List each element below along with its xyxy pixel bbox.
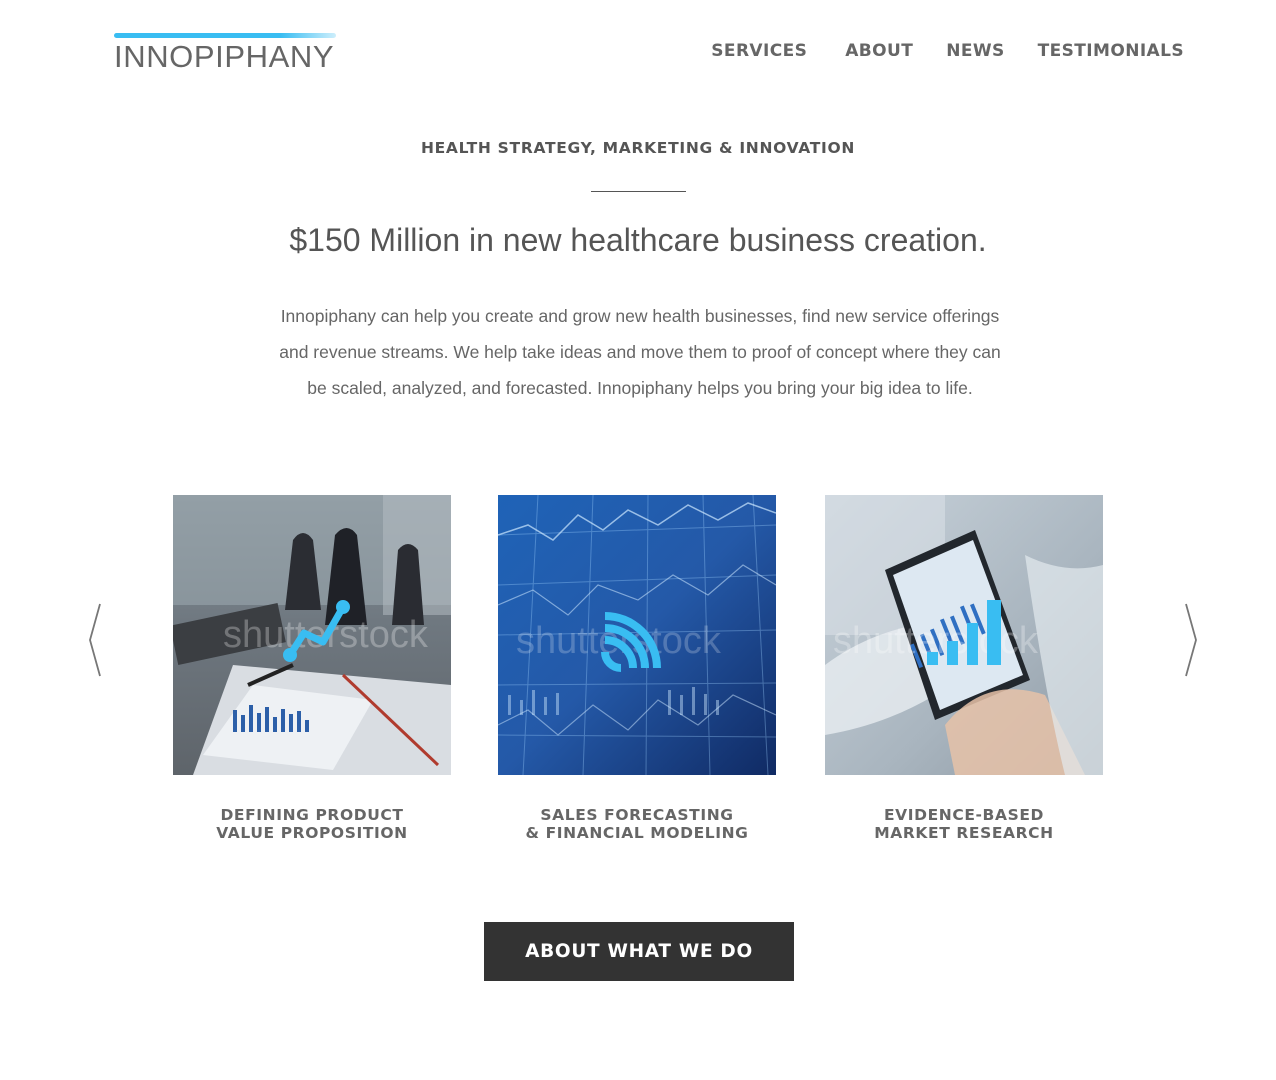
title-line-2: MARKET RESEARCH bbox=[874, 824, 1054, 842]
chevron-left-icon bbox=[89, 603, 101, 677]
nav-services[interactable]: SERVICES bbox=[711, 40, 807, 62]
nav-news[interactable]: NEWS bbox=[946, 40, 1004, 62]
hero-body: Innopiphany can help you create and grow… bbox=[279, 306, 1001, 398]
carousel-next-button[interactable] bbox=[1180, 600, 1200, 680]
hero-eyebrow: HEALTH STRATEGY, MARKETING & INNOVATION bbox=[420, 139, 856, 157]
service-image-business-meeting: shutterstock bbox=[173, 495, 451, 775]
nav-about[interactable]: ABOUT bbox=[845, 40, 913, 62]
chevron-right-icon bbox=[1185, 603, 1197, 677]
logo-text: INNOPIPHANY bbox=[114, 39, 335, 74]
service-image-tablet-analytics: shutterstock bbox=[825, 495, 1103, 775]
carousel-prev-button[interactable] bbox=[86, 600, 106, 680]
title-line-1: DEFINING PRODUCT bbox=[220, 806, 404, 824]
title-line-2: VALUE PROPOSITION bbox=[216, 824, 408, 842]
service-card-sales-forecasting[interactable]: shutterstock SALES FORECASTING & FINANCI… bbox=[498, 495, 776, 842]
service-card-product-value[interactable]: shutterstock DEFINING PRODUCT VALUE PROP… bbox=[173, 495, 451, 842]
service-image-financial-grid: shutterstock bbox=[498, 495, 776, 775]
site-header: INNOPIPHANY SERVICES ABOUT NEWS TESTIMON… bbox=[0, 0, 1276, 100]
logo-accent-bar bbox=[114, 33, 336, 38]
title-line-1: SALES FORECASTING bbox=[540, 806, 734, 824]
service-card-market-research[interactable]: shutterstock EVIDENCE-BASED MARKET RESEA… bbox=[825, 495, 1103, 842]
logo[interactable]: INNOPIPHANY bbox=[114, 33, 338, 74]
service-card-title: SALES FORECASTING & FINANCIAL MODELING bbox=[458, 806, 816, 842]
hero-headline: $150 Million in new healthcare business … bbox=[289, 222, 987, 258]
title-line-1: EVIDENCE-BASED bbox=[883, 806, 1044, 824]
service-card-title: DEFINING PRODUCT VALUE PROPOSITION bbox=[133, 806, 491, 842]
about-what-we-do-button[interactable]: ABOUT WHAT WE DO bbox=[484, 922, 794, 981]
nav-testimonials[interactable]: TESTIMONIALS bbox=[1038, 40, 1184, 62]
title-line-2: & FINANCIAL MODELING bbox=[525, 824, 749, 842]
service-card-title: EVIDENCE-BASED MARKET RESEARCH bbox=[785, 806, 1143, 842]
divider bbox=[591, 191, 686, 192]
main-nav: SERVICES ABOUT NEWS TESTIMONIALS bbox=[711, 40, 1184, 62]
